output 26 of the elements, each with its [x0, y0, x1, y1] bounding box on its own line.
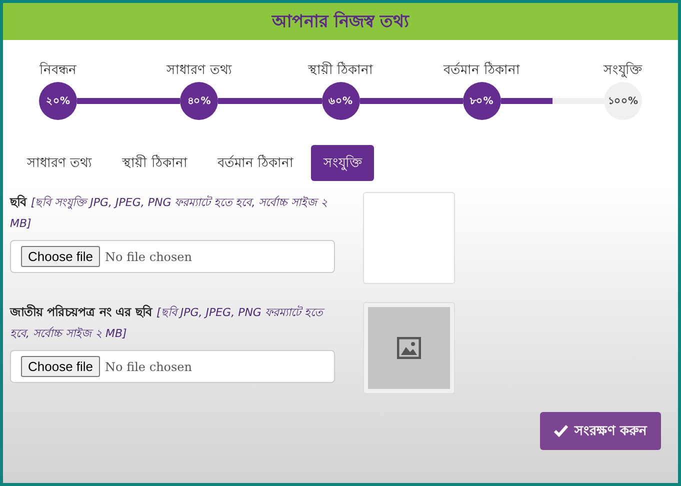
file-input[interactable]: Choose file No file chosen [10, 240, 335, 273]
tab[interactable]: সংযুক্তি [311, 145, 374, 181]
choose-file-button[interactable]: Choose file [21, 246, 100, 267]
check-icon [554, 425, 568, 437]
page-title: আপনার নিজস্ব তথ্য [272, 10, 409, 34]
file-status: No file chosen [105, 360, 192, 374]
file-status: No file chosen [105, 250, 192, 264]
save-button[interactable]: সংরক্ষণ করুন [540, 412, 661, 450]
tab[interactable]: স্থায়ী ঠিকানা [110, 145, 200, 181]
step-circle: ২০% [39, 82, 77, 120]
tab[interactable]: বর্তমান ঠিকানা [205, 145, 306, 181]
tab[interactable]: সাধারণ তথ্য [15, 145, 104, 181]
file-input[interactable]: Choose file No file chosen [10, 350, 335, 383]
choose-file-button[interactable]: Choose file [21, 356, 100, 377]
step-label: সাধারণ তথ্য [166, 62, 232, 80]
step-label: স্থায়ী ঠিকানা [308, 60, 374, 80]
step-label: সংযুক্তি [604, 61, 642, 80]
field-label: ছবি [ছবি সংযুক্তি JPG, JPEG, PNG ফরম্যাটে হতে হবে, সর্বোচ্চ সাইজ ২ MB] [10, 194, 329, 232]
step-circle: ১০০% [604, 82, 642, 120]
step-circle: ৮০% [462, 82, 501, 120]
step-circle: ৪০% [180, 82, 218, 120]
image-icon [397, 337, 421, 359]
step-label: নিবন্ধন [40, 61, 76, 80]
step-label: বর্তমান ঠিকানা [444, 60, 520, 80]
step-circle: ৬০% [322, 82, 360, 120]
field-label: জাতীয় পরিচয়পত্র নং এর ছবি [ছবি JPG, JPEG, PNG ফরম্যাটে হতে হবে, সর্বোচ্চ সাইজ ২ MB] [10, 302, 335, 344]
